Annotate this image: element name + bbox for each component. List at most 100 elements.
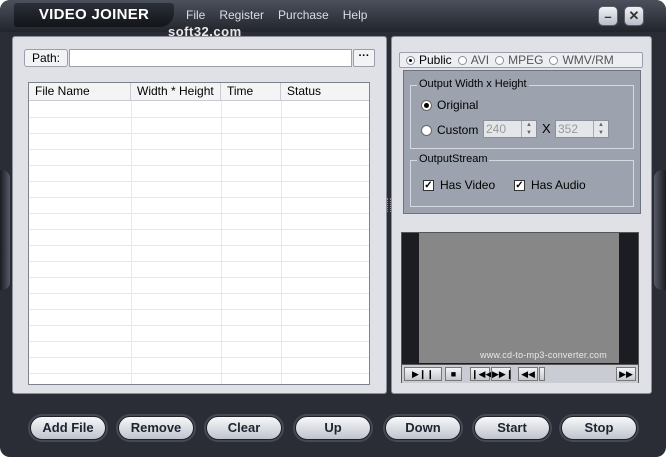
grid-column-line	[221, 101, 222, 384]
close-button[interactable]: ✕	[624, 6, 644, 26]
next-icon: ▶▶❙	[492, 369, 514, 379]
close-icon: ✕	[628, 8, 640, 23]
format-avi-label: AVI	[470, 53, 490, 67]
height-spin-arrows[interactable]: ▲ ▼	[593, 121, 608, 137]
has-video-label: Has Video	[440, 178, 496, 192]
browse-button[interactable]: ···	[353, 49, 375, 67]
height-input[interactable]	[556, 121, 592, 137]
clear-button[interactable]: Clear	[206, 416, 282, 440]
grid-column-line	[131, 101, 132, 384]
menu-file[interactable]: File	[186, 8, 205, 22]
previous-icon: ❙◀◀	[471, 369, 493, 379]
rewind-button[interactable]: ◀◀	[518, 367, 538, 381]
preview-url-text: www.cd-to-mp3-converter.com	[480, 350, 607, 360]
height-spinner[interactable]: ▲▼	[555, 120, 609, 138]
grid-row-line	[29, 293, 369, 294]
column-file-name[interactable]: File Name	[29, 83, 131, 100]
format-public[interactable]: Public	[406, 53, 452, 67]
settings-panel: Public AVI MPEG WMV/RM Output Width x He…	[391, 36, 652, 394]
output-stream-title: OutputStream	[417, 153, 490, 165]
grid-row-line	[29, 357, 369, 358]
format-public-label: Public	[419, 53, 452, 67]
grid-row-line	[29, 277, 369, 278]
output-stream-group: OutputStream ✓ Has Video ✓ Has Audio	[410, 153, 634, 207]
grid-row-line	[29, 261, 369, 262]
add-file-button[interactable]: Add File	[30, 416, 106, 440]
column-width-height[interactable]: Width * Height	[131, 83, 221, 100]
minimize-icon: –	[604, 8, 612, 24]
file-list-panel: Path: ··· File Name Width * Height Time …	[12, 36, 387, 394]
grid-row-line	[29, 213, 369, 214]
title-bar: VIDEO JOINER File Register Purchase Help…	[0, 0, 666, 39]
menu-register[interactable]: Register	[219, 8, 264, 22]
settings-area: Output Width x Height Original Custom ▲▼…	[403, 70, 641, 214]
play-pause-icon: ▶❙❙	[411, 369, 434, 379]
column-status[interactable]: Status	[281, 83, 369, 100]
stop-button[interactable]: Stop	[561, 416, 637, 440]
app-title: VIDEO JOINER	[14, 3, 174, 27]
menu-help[interactable]: Help	[343, 8, 368, 22]
up-arrow-icon[interactable]: ▲	[594, 121, 608, 129]
column-time[interactable]: Time	[221, 83, 281, 100]
seek-slider-handle[interactable]	[539, 367, 545, 381]
checkbox-checked-icon: ✓	[514, 179, 525, 191]
width-input[interactable]	[484, 121, 520, 137]
format-avi[interactable]: AVI	[457, 53, 490, 67]
times-label: X	[542, 121, 551, 136]
radio-selected-icon	[406, 55, 415, 65]
stop-playback-button[interactable]: ■	[445, 367, 462, 381]
format-wmv-rm-label: WMV/RM	[562, 53, 614, 67]
next-button[interactable]: ▶▶❙	[491, 367, 514, 381]
down-arrow-icon[interactable]: ▼	[594, 129, 608, 137]
path-label: Path:	[24, 49, 68, 67]
grid-row-line	[29, 165, 369, 166]
menu-purchase[interactable]: Purchase	[278, 8, 329, 22]
grid-row-line	[29, 149, 369, 150]
original-option[interactable]: Original	[421, 98, 478, 112]
has-audio-label: Has Audio	[531, 178, 586, 192]
minimize-button[interactable]: –	[598, 6, 618, 26]
up-button[interactable]: Up	[295, 416, 371, 440]
original-label: Original	[437, 98, 479, 112]
grid-row-line	[29, 309, 369, 310]
format-mpeg-label: MPEG	[508, 53, 544, 67]
has-audio-checkbox[interactable]: ✓ Has Audio	[514, 178, 586, 192]
format-mpeg[interactable]: MPEG	[495, 53, 543, 67]
grid-row-line	[29, 181, 369, 182]
output-size-title: Output Width x Height	[417, 78, 529, 90]
radio-icon	[549, 55, 559, 65]
up-arrow-icon[interactable]: ▲	[522, 121, 536, 129]
grid-column-line	[281, 101, 282, 384]
forward-button[interactable]: ▶▶	[616, 367, 636, 381]
grid-row-line	[29, 133, 369, 134]
width-spinner[interactable]: ▲▼	[483, 120, 537, 138]
grid-row-line	[29, 373, 369, 374]
remove-button[interactable]: Remove	[118, 416, 194, 440]
grid-row-line	[29, 117, 369, 118]
player-controls: ▶❙❙ ■ ❙◀◀ ▶▶❙ ◀◀ ▶▶	[402, 364, 638, 383]
file-table[interactable]: File Name Width * Height Time Status	[28, 82, 370, 385]
custom-label: Custom	[437, 123, 479, 137]
forward-icon: ▶▶	[619, 369, 633, 379]
video-preview: www.cd-to-mp3-converter.com ▶❙❙ ■ ❙◀◀ ▶▶…	[401, 232, 639, 383]
menu-bar: File Register Purchase Help	[186, 8, 367, 22]
start-button[interactable]: Start	[474, 416, 550, 440]
down-button[interactable]: Down	[385, 416, 461, 440]
radio-icon	[421, 124, 432, 136]
grid-row-line	[29, 197, 369, 198]
play-pause-button[interactable]: ▶❙❙	[404, 367, 442, 381]
right-grip	[654, 170, 666, 290]
radio-icon	[457, 55, 467, 65]
has-video-checkbox[interactable]: ✓ Has Video	[423, 178, 495, 192]
path-input[interactable]	[69, 49, 352, 67]
video-screen	[419, 233, 619, 363]
left-grip	[0, 170, 10, 290]
table-body	[29, 101, 369, 384]
previous-button[interactable]: ❙◀◀	[470, 367, 493, 381]
output-size-group: Output Width x Height Original Custom ▲▼…	[410, 78, 634, 149]
down-arrow-icon[interactable]: ▼	[522, 129, 536, 137]
custom-option[interactable]: Custom	[421, 123, 478, 137]
width-spin-arrows[interactable]: ▲ ▼	[521, 121, 536, 137]
format-wmv-rm[interactable]: WMV/RM	[549, 53, 614, 67]
app-window: VIDEO JOINER File Register Purchase Help…	[0, 0, 666, 457]
